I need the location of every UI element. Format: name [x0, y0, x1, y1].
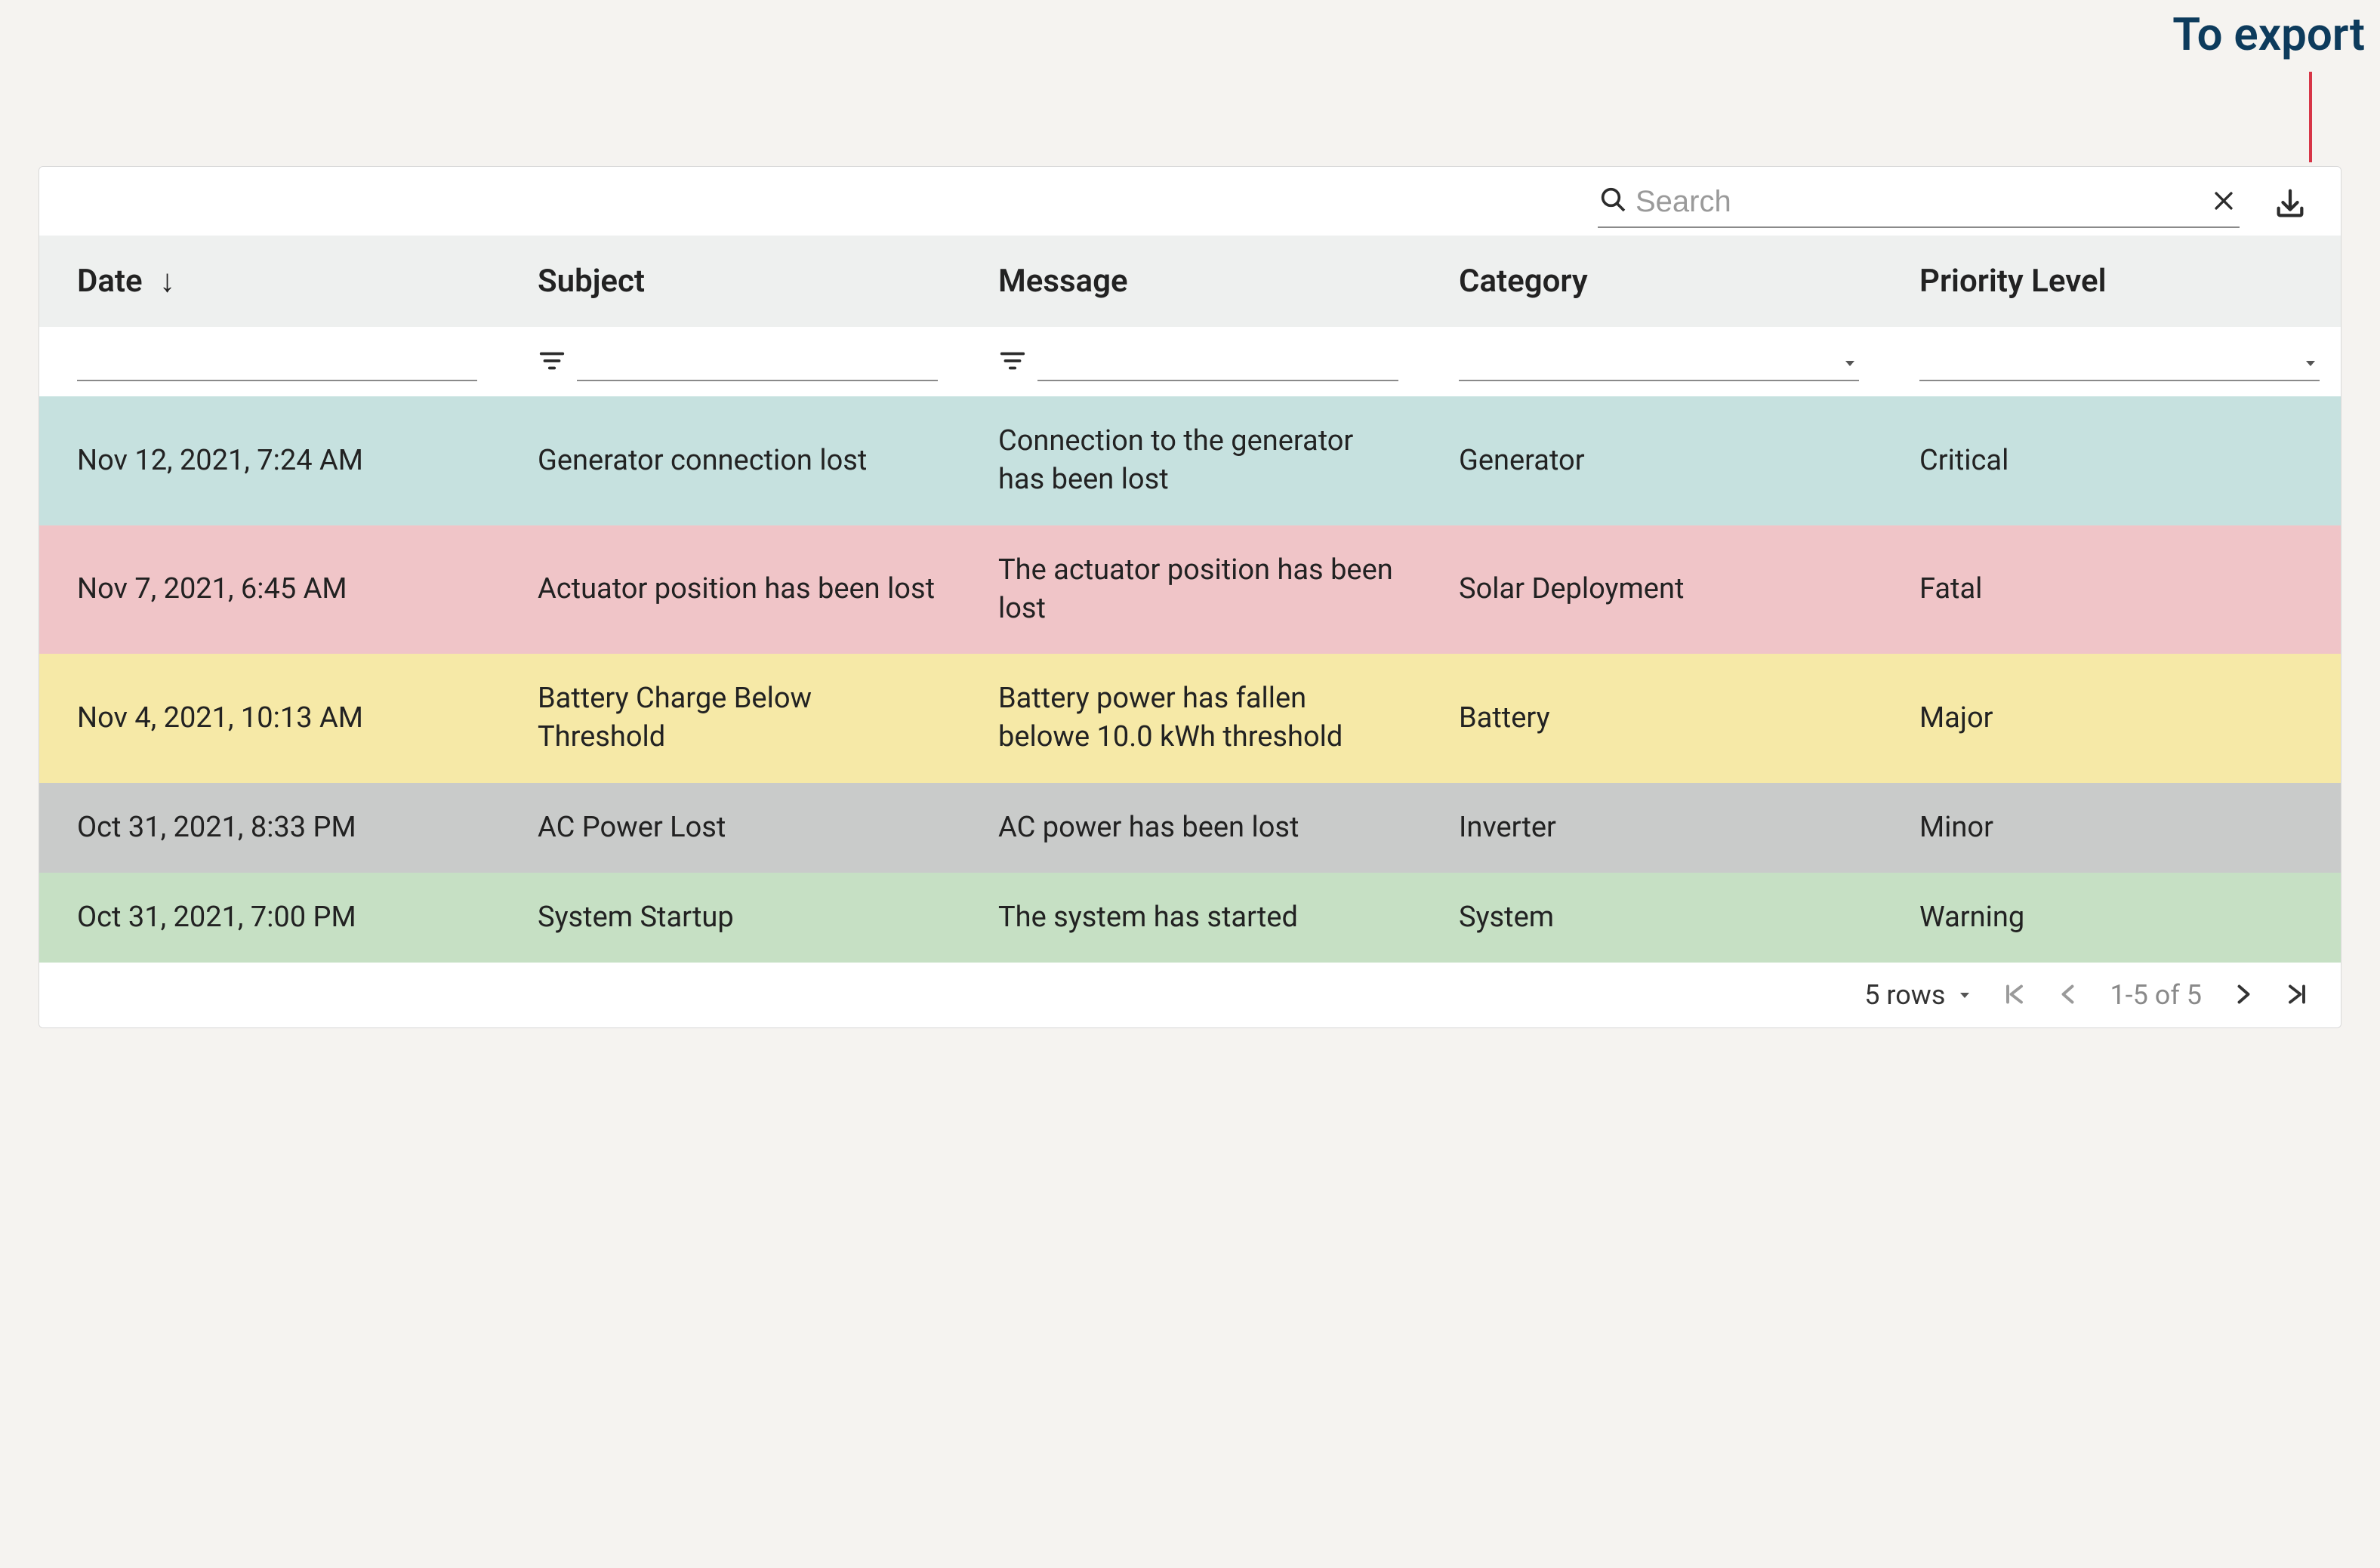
table-row[interactable]: Oct 31, 2021, 8:33 PMAC Power LostAC pow… [39, 783, 2341, 873]
column-header-message-label: Message [998, 263, 1128, 300]
filter-icon [998, 347, 1027, 381]
close-icon [2211, 188, 2237, 216]
column-header-category[interactable]: Category [1421, 236, 1882, 327]
events-table: Date ↓ Subject Message Category Priority… [39, 236, 2341, 963]
first-page-icon [2001, 981, 2028, 1010]
table-row[interactable]: Oct 31, 2021, 7:00 PMSystem StartupThe s… [39, 873, 2341, 963]
chevron-right-icon [2229, 981, 2256, 1010]
top-bar [39, 167, 2341, 236]
dropdown-caret-icon [1841, 350, 1859, 378]
rows-per-page-picker[interactable]: 5 rows [1864, 979, 1974, 1011]
cell-subject: Generator connection lost [500, 396, 960, 525]
cell-category: Generator [1421, 396, 1882, 525]
table-header-row: Date ↓ Subject Message Category Priority… [39, 236, 2341, 327]
last-page-button[interactable] [2283, 981, 2311, 1010]
cell-date: Nov 7, 2021, 6:45 AM [39, 525, 500, 655]
page-range-label: 1-5 of 5 [2110, 979, 2202, 1011]
column-header-message[interactable]: Message [960, 236, 1421, 327]
search-icon [1598, 184, 1628, 220]
cell-subject: Actuator position has been lost [500, 525, 960, 655]
cell-date: Oct 31, 2021, 7:00 PM [39, 873, 500, 963]
column-header-priority[interactable]: Priority Level [1882, 236, 2341, 327]
download-icon [2273, 186, 2308, 223]
prev-page-button[interactable] [2055, 981, 2082, 1010]
column-header-subject[interactable]: Subject [500, 236, 960, 327]
annotation-export-label: To export [2172, 8, 2365, 61]
cell-message: Battery power has fallen belowe 10.0 kWh… [960, 654, 1421, 783]
cell-category: Solar Deployment [1421, 525, 1882, 655]
table-row[interactable]: Nov 4, 2021, 10:13 AMBattery Charge Belo… [39, 654, 2341, 783]
clear-search-button[interactable] [2208, 185, 2240, 219]
cell-category: System [1421, 873, 1882, 963]
cell-message: Connection to the generator has been los… [960, 396, 1421, 525]
filter-icon [538, 347, 566, 381]
export-button[interactable] [2270, 183, 2311, 226]
sort-desc-icon: ↓ [159, 263, 175, 300]
search-field[interactable] [1598, 182, 2240, 228]
filter-message[interactable] [998, 347, 1398, 381]
cell-date: Nov 4, 2021, 10:13 AM [39, 654, 500, 783]
filter-date[interactable] [77, 348, 477, 381]
cell-subject: System Startup [500, 873, 960, 963]
last-page-icon [2283, 981, 2311, 1010]
cell-date: Oct 31, 2021, 8:33 PM [39, 783, 500, 873]
filter-subject-input[interactable] [577, 348, 938, 381]
column-header-category-label: Category [1459, 263, 1588, 300]
table-footer: 5 rows 1-5 of 5 [39, 963, 2341, 1027]
column-header-priority-label: Priority Level [1919, 263, 2107, 300]
chevron-left-icon [2055, 981, 2082, 1010]
table-row[interactable]: Nov 12, 2021, 7:24 AMGenerator connectio… [39, 396, 2341, 525]
annotation-arrow-line [2309, 72, 2312, 162]
cell-category: Inverter [1421, 783, 1882, 873]
events-panel: Date ↓ Subject Message Category Priority… [39, 166, 2341, 1028]
filter-message-input[interactable] [1037, 348, 1398, 381]
search-input[interactable] [1628, 182, 2208, 222]
cell-message: AC power has been lost [960, 783, 1421, 873]
table-filter-row [39, 327, 2341, 396]
table-row[interactable]: Nov 7, 2021, 6:45 AMActuator position ha… [39, 525, 2341, 655]
column-header-date-label: Date [77, 263, 143, 300]
cell-priority: Warning [1882, 873, 2341, 963]
rows-per-page-label: 5 rows [1864, 979, 1945, 1011]
cell-subject: AC Power Lost [500, 783, 960, 873]
first-page-button[interactable] [2001, 981, 2028, 1010]
cell-message: The actuator position has been lost [960, 525, 1421, 655]
cell-date: Nov 12, 2021, 7:24 AM [39, 396, 500, 525]
cell-subject: Battery Charge Below Threshold [500, 654, 960, 783]
cell-priority: Fatal [1882, 525, 2341, 655]
cell-message: The system has started [960, 873, 1421, 963]
column-header-subject-label: Subject [538, 263, 645, 300]
filter-category-select[interactable] [1459, 348, 1859, 381]
cell-priority: Critical [1882, 396, 2341, 525]
cell-category: Battery [1421, 654, 1882, 783]
next-page-button[interactable] [2229, 981, 2256, 1010]
dropdown-caret-icon [1956, 979, 1974, 1011]
cell-priority: Major [1882, 654, 2341, 783]
filter-priority-select[interactable] [1919, 348, 2320, 381]
cell-priority: Minor [1882, 783, 2341, 873]
column-header-date[interactable]: Date ↓ [39, 236, 500, 327]
filter-subject[interactable] [538, 347, 938, 381]
filter-date-input[interactable] [77, 348, 477, 381]
dropdown-caret-icon [2301, 350, 2320, 378]
